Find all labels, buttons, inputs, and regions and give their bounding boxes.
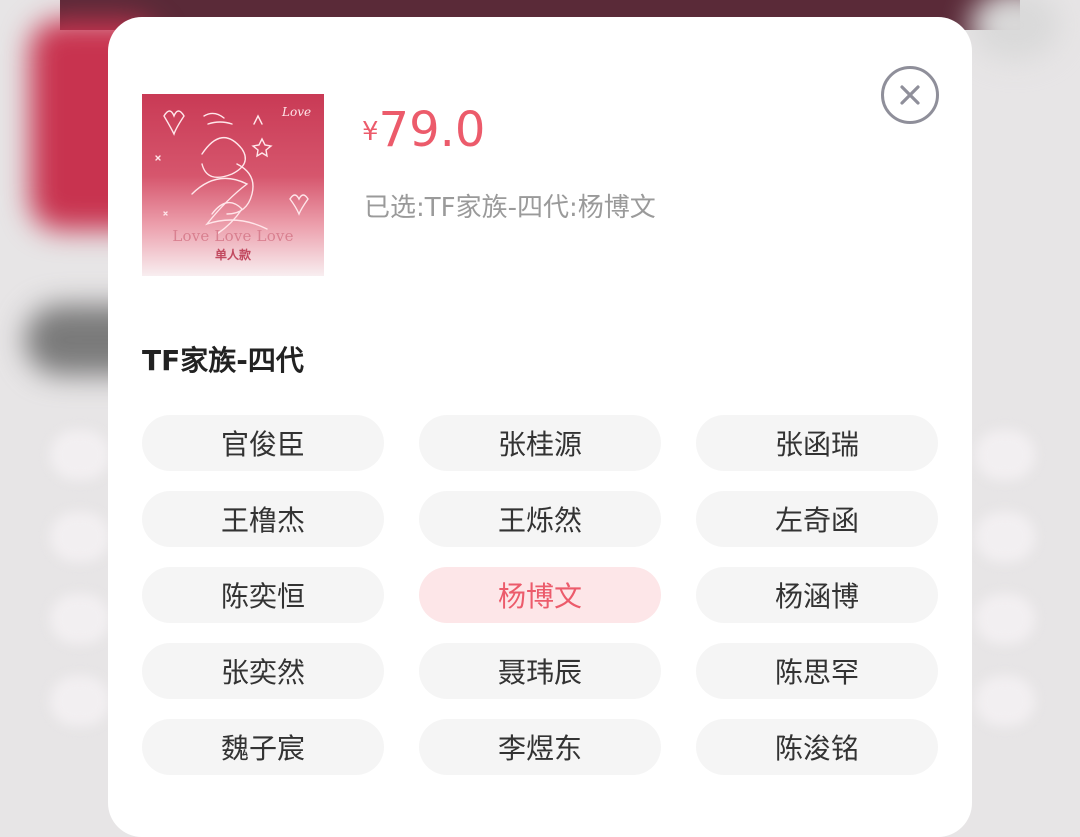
svg-text:Love: Love [281,105,311,119]
variant-option-selected[interactable]: 杨博文 [419,567,661,623]
variant-option[interactable]: 王烁然 [419,491,661,547]
close-icon [900,85,920,105]
price: ¥79.0 [362,102,485,158]
cover-title: Love Love Love [172,227,294,245]
variant-option[interactable]: 张桂源 [419,415,661,471]
background-row [975,430,1035,480]
background-row [50,430,110,480]
variant-options-grid: 官俊臣 张桂源 张函瑞王橹杰 王烁然 左奇函陈奕恒 杨博文 杨涵博张奕然 聂玮辰 陈思罕魏子宸李… [142,415,938,775]
variant-option[interactable]: 李煜东 [419,719,661,775]
variant-option[interactable]: 聂玮辰 [419,643,661,699]
cover-subtitle: 单人款 [214,248,251,262]
background-row [50,512,110,562]
variant-option[interactable]: 陈思罕 [696,643,938,699]
price-value: 79.0 [378,102,486,158]
background-row [975,676,1035,726]
background-row [50,594,110,644]
variant-option[interactable]: 官俊臣 [142,415,384,471]
background-row [975,512,1035,562]
background-row [975,594,1035,644]
background-avatar [970,0,1060,60]
variant-option[interactable]: 张奕然 [142,643,384,699]
variant-option[interactable]: 左奇函 [696,491,938,547]
currency-symbol: ¥ [362,117,379,147]
variant-option[interactable]: 陈浚铭 [696,719,938,775]
variant-group-title: TF家族-四代 [142,344,304,377]
variant-option[interactable]: 张函瑞 [696,415,938,471]
variant-option[interactable]: 杨涵博 [696,567,938,623]
variant-option[interactable]: 魏子宸 [142,719,384,775]
background-row [50,676,110,726]
sku-selector-sheet: Love Love Love Love 单人款 ¥79.0 已选:TF家族-四代… [108,17,972,837]
selected-variant-text: 已选:TF家族-四代:杨博文 [364,193,656,223]
variant-option[interactable]: 陈奕恒 [142,567,384,623]
variant-option[interactable]: 王橹杰 [142,491,384,547]
close-button[interactable] [881,66,939,124]
album-cover-image: Love Love Love Love 单人款 [142,94,324,276]
